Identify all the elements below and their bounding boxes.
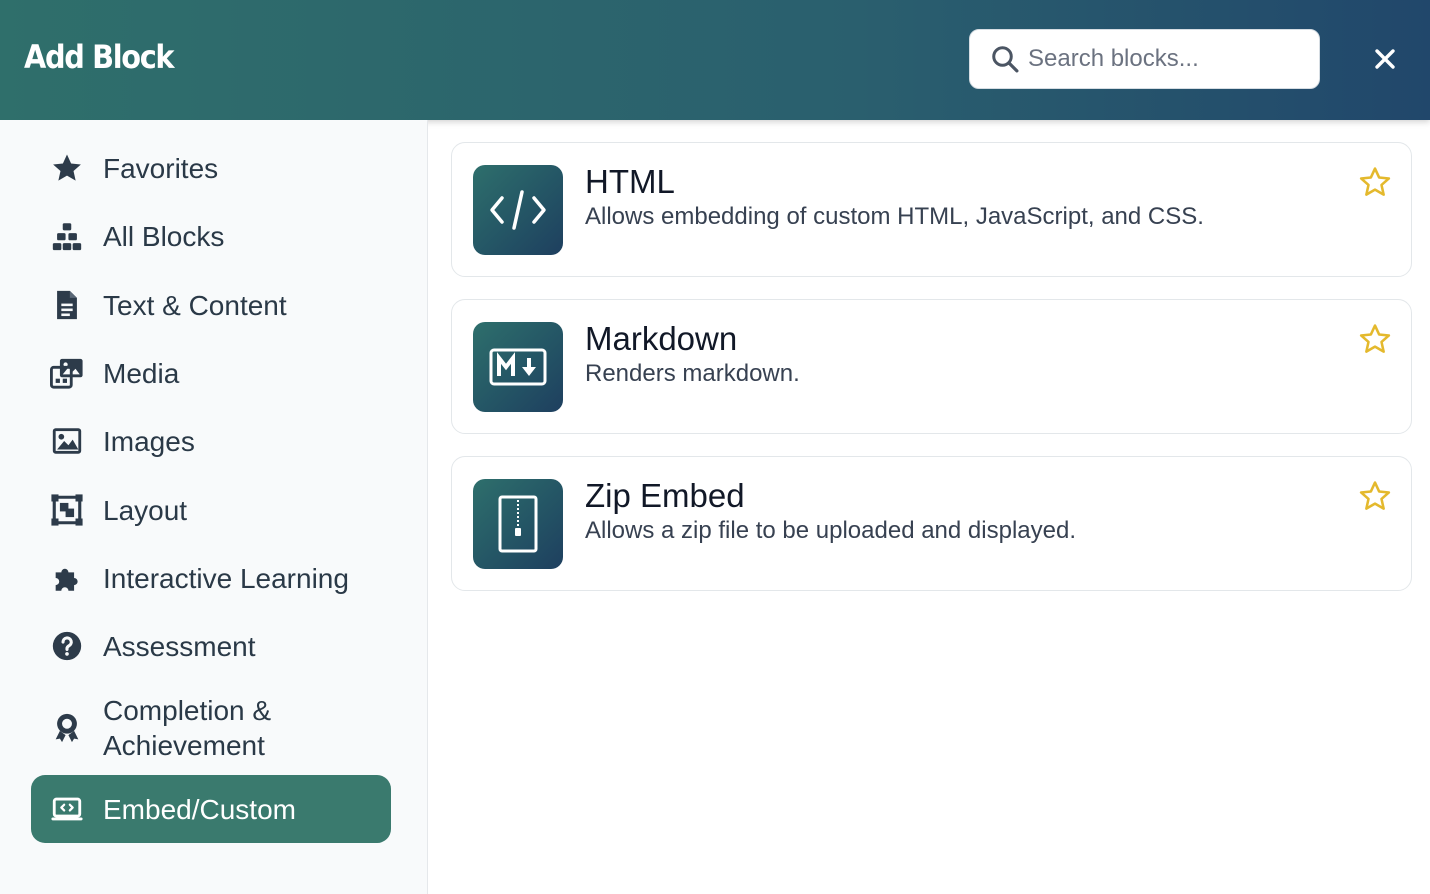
puzzle-icon <box>49 560 85 596</box>
file-text-icon <box>49 287 85 323</box>
star-icon <box>49 150 85 186</box>
sidebar-item-embed-custom[interactable]: Embed/Custom <box>31 775 391 843</box>
block-name: Markdown <box>585 320 738 357</box>
block-card-markdown[interactable]: Markdown Renders markdown. <box>451 299 1412 434</box>
search-input[interactable] <box>1028 45 1308 73</box>
sidebar-item-completion-achievement[interactable]: Completion & Achievement <box>31 687 391 769</box>
search-icon <box>992 46 1019 73</box>
code-icon <box>490 190 546 230</box>
category-sidebar: Favorites All Blocks Text & Content Medi… <box>0 120 428 894</box>
zip-file-icon <box>498 495 538 553</box>
embed-icon <box>49 791 85 827</box>
sidebar-item-layout[interactable]: Layout <box>31 476 391 544</box>
modal-title: Add Block <box>24 38 175 76</box>
layout-icon <box>49 492 85 528</box>
close-button[interactable] <box>1366 40 1404 78</box>
question-circle-icon <box>49 628 85 664</box>
photo-video-icon <box>49 355 85 391</box>
sidebar-item-all-blocks[interactable]: All Blocks <box>31 202 391 270</box>
block-name: Zip Embed <box>585 477 745 514</box>
sidebar-item-images[interactable]: Images <box>31 407 391 475</box>
block-card-html[interactable]: HTML Allows embedding of custom HTML, Ja… <box>451 142 1412 277</box>
star-outline-icon[interactable] <box>1358 165 1392 199</box>
sidebar-item-assessment[interactable]: Assessment <box>31 612 391 680</box>
block-description: Renders markdown. <box>585 360 800 387</box>
close-icon <box>1375 49 1395 69</box>
sidebar-item-text-content[interactable]: Text & Content <box>31 271 391 339</box>
sidebar-item-favorites[interactable]: Favorites <box>31 134 391 202</box>
block-description: Allows a zip file to be uploaded and dis… <box>585 517 1076 544</box>
search-box[interactable] <box>969 29 1320 89</box>
image-icon <box>49 423 85 459</box>
modal-header: Add Block <box>0 0 1430 120</box>
star-outline-icon[interactable] <box>1358 322 1392 356</box>
block-name: HTML <box>585 163 675 200</box>
sidebar-item-interactive-learning[interactable]: Interactive Learning <box>31 544 391 612</box>
sidebar-item-media[interactable]: Media <box>31 339 391 407</box>
block-list: HTML Allows embedding of custom HTML, Ja… <box>429 120 1430 894</box>
cubes-icon <box>49 218 85 254</box>
block-tile <box>473 322 563 412</box>
block-description: Allows embedding of custom HTML, JavaScr… <box>585 203 1204 230</box>
star-outline-icon[interactable] <box>1358 479 1392 513</box>
block-tile <box>473 165 563 255</box>
block-card-zip-embed[interactable]: Zip Embed Allows a zip file to be upload… <box>451 456 1412 591</box>
block-tile <box>473 479 563 569</box>
markdown-icon <box>489 348 547 386</box>
award-icon <box>49 710 85 746</box>
